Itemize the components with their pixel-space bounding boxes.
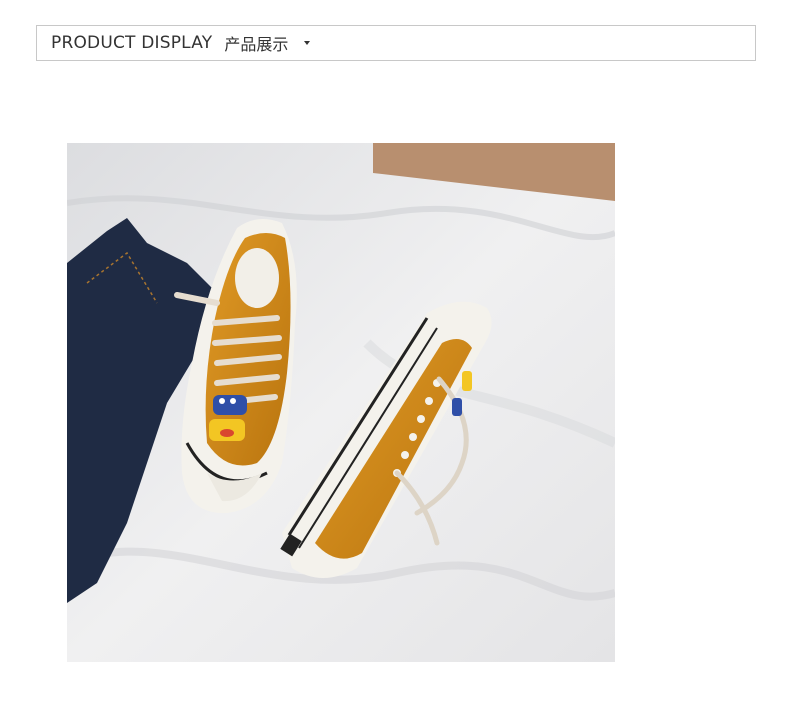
section-title: PRODUCT DISPLAY (51, 33, 213, 53)
product-photo-illustration (67, 143, 615, 662)
caret-down-icon[interactable] (304, 41, 311, 45)
section-subtitle: 产品展示 (224, 35, 289, 54)
section-header: PRODUCT DISPLAY 产品展示 (36, 25, 756, 61)
blue-charm (213, 395, 247, 415)
product-photo (67, 143, 615, 662)
